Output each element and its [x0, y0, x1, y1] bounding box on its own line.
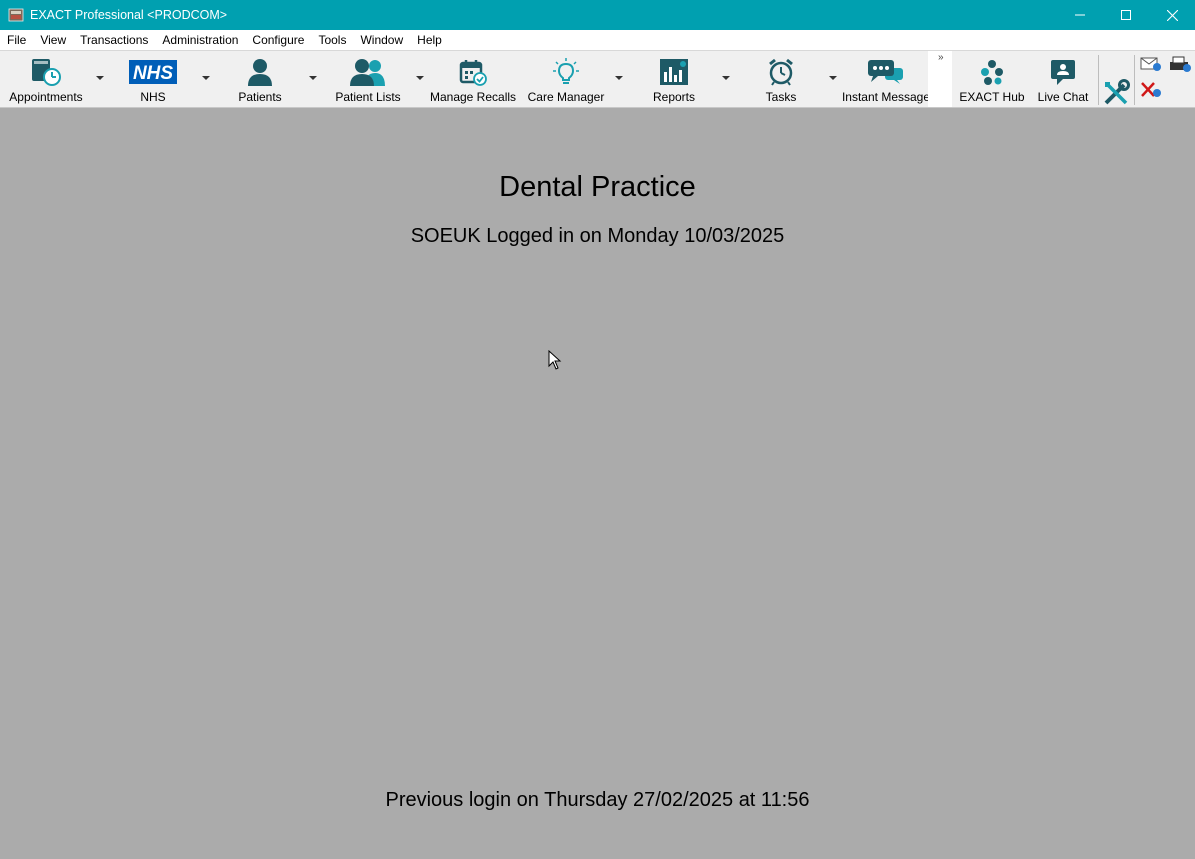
appointments-label: Appointments — [9, 90, 83, 104]
patient-lists-button[interactable]: Patient Lists — [330, 51, 406, 107]
menu-configure[interactable]: Configure — [245, 30, 311, 50]
tasks-button[interactable]: Tasks — [756, 51, 806, 107]
alarm-clock-icon — [767, 57, 795, 87]
patient-lists-icon — [350, 57, 386, 87]
chat-bubbles-icon — [867, 57, 905, 87]
app-icon — [8, 7, 24, 23]
tools-wrench-icon — [1104, 79, 1130, 105]
toolbar-overflow-chevron[interactable]: » — [938, 52, 943, 63]
exact-hub-button[interactable]: EXACT Hub — [958, 51, 1026, 107]
patient-lists-label: Patient Lists — [335, 90, 401, 104]
close-record-button[interactable] — [1140, 81, 1162, 99]
menu-tools[interactable]: Tools — [311, 30, 353, 50]
window-title-bar: EXACT Professional <PRODCOM> — [0, 0, 1195, 30]
care-manager-button[interactable]: Care Manager — [526, 51, 606, 107]
appointments-dropdown-arrow[interactable] — [96, 76, 104, 80]
hub-network-icon — [978, 57, 1006, 87]
appointments-button[interactable]: Appointments — [4, 51, 88, 107]
reports-label: Reports — [652, 90, 696, 104]
nhs-dropdown-arrow[interactable] — [202, 76, 210, 80]
menu-transactions[interactable]: Transactions — [73, 30, 155, 50]
reports-chart-icon — [659, 57, 689, 87]
main-workspace: Dental Practice SOEUK Logged in on Monda… — [0, 109, 1195, 859]
live-chat-label: Live Chat — [1037, 90, 1089, 104]
svg-text:NHS: NHS — [133, 63, 173, 84]
menu-file[interactable]: File — [0, 30, 33, 50]
instant-message-button[interactable]: Instant Message — [842, 51, 930, 107]
manage-recalls-label: Manage Recalls — [429, 90, 517, 104]
manage-recalls-button[interactable]: Manage Recalls — [430, 51, 516, 107]
appointments-icon — [29, 57, 63, 87]
tasks-dropdown-arrow[interactable] — [829, 76, 837, 80]
toolbar-separator — [1098, 55, 1099, 105]
menu-bar: File View Transactions Administration Co… — [0, 30, 1195, 50]
reports-dropdown-arrow[interactable] — [722, 76, 730, 80]
printer-button[interactable] — [1168, 55, 1192, 73]
care-manager-label: Care Manager — [527, 90, 605, 104]
instant-message-label: Instant Message — [841, 90, 931, 104]
previous-login-text: Previous login on Thursday 27/02/2025 at… — [385, 789, 810, 811]
main-toolbar: Appointments NHS NHS Patients Patient Li… — [0, 50, 1195, 108]
minimize-button[interactable] — [1057, 0, 1103, 30]
maximize-button[interactable] — [1103, 0, 1149, 30]
lightbulb-icon — [552, 57, 580, 87]
minimize-icon — [1075, 14, 1085, 16]
live-chat-icon — [1049, 57, 1077, 87]
login-status-text: SOEUK Logged in on Monday 10/03/2025 — [410, 225, 785, 247]
nhs-button[interactable]: NHS NHS — [122, 51, 184, 107]
toolbar-separator-2 — [1134, 55, 1135, 105]
mail-button[interactable] — [1140, 55, 1162, 73]
close-icon — [1166, 9, 1178, 21]
mail-icon — [1140, 57, 1161, 71]
nhs-label: NHS — [140, 90, 166, 104]
menu-view[interactable]: View — [33, 30, 73, 50]
nhs-logo-icon: NHS — [129, 57, 177, 87]
patients-label: Patients — [238, 90, 282, 104]
close-button[interactable] — [1149, 0, 1195, 30]
window-title: EXACT Professional <PRODCOM> — [30, 8, 228, 22]
printer-icon — [1170, 56, 1191, 72]
live-chat-button[interactable]: Live Chat — [1034, 51, 1092, 107]
exact-hub-label: EXACT Hub — [959, 90, 1025, 104]
tools-button[interactable] — [1102, 79, 1130, 107]
tasks-label: Tasks — [765, 90, 797, 104]
patients-button[interactable]: Patients — [232, 51, 288, 107]
menu-help[interactable]: Help — [410, 30, 449, 50]
calendar-check-icon — [459, 57, 487, 87]
menu-window[interactable]: Window — [353, 30, 410, 50]
reports-button[interactable]: Reports — [644, 51, 704, 107]
patients-dropdown-arrow[interactable] — [309, 76, 317, 80]
maximize-icon — [1121, 10, 1131, 20]
close-red-icon — [1141, 82, 1161, 97]
menu-administration[interactable]: Administration — [155, 30, 245, 50]
mouse-cursor-icon — [548, 349, 562, 375]
practice-name: Dental Practice — [499, 171, 696, 203]
patient-lists-dropdown-arrow[interactable] — [416, 76, 424, 80]
care-manager-dropdown-arrow[interactable] — [615, 76, 623, 80]
patient-icon — [247, 57, 273, 87]
